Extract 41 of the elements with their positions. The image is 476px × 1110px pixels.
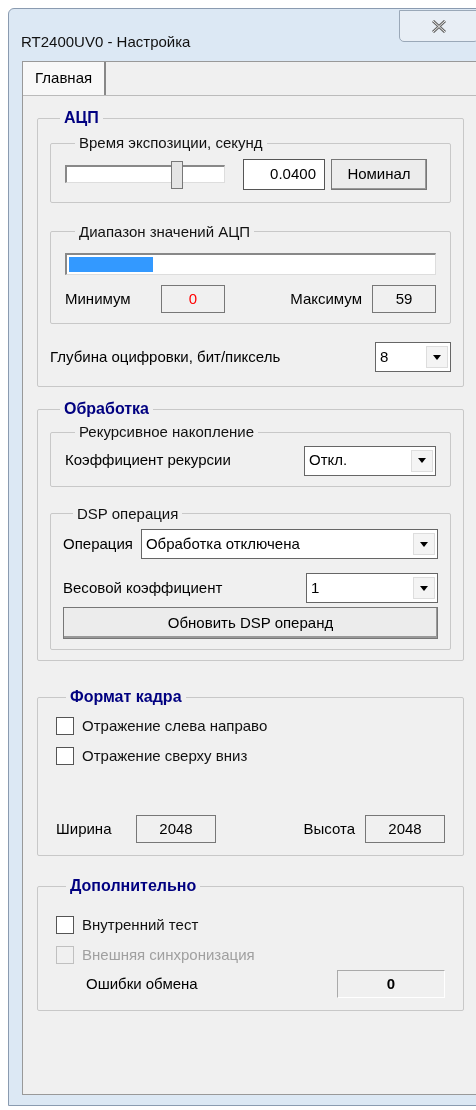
close-button[interactable] <box>399 10 476 42</box>
checkbox-label: Внутренний тест <box>82 914 199 935</box>
group-title: Формат кадра <box>69 687 183 707</box>
group-title: АЦП <box>63 108 100 128</box>
dropdown[interactable]: 1 <box>306 573 438 603</box>
height-value: 2048 <box>365 815 445 843</box>
weight-label: Весовой коэффициент <box>63 577 224 598</box>
checkbox[interactable] <box>56 717 74 735</box>
tab[interactable]: Главная <box>23 62 107 95</box>
max-label: Максимум <box>290 288 362 309</box>
max-value: 59 <box>372 285 436 313</box>
errors-label: Ошибки обмена <box>86 973 199 994</box>
depth-label: Глубина оцифровки, бит/пиксель <box>50 346 282 367</box>
checkbox[interactable] <box>56 747 74 765</box>
group-title: DSP операция <box>76 503 180 524</box>
width-label: Ширина <box>56 818 113 839</box>
operation-label: Операция <box>63 533 133 554</box>
group-title: Дополнительно <box>69 876 198 896</box>
slider-thumb[interactable] <box>170 161 183 189</box>
nominal-button[interactable]: Номинал <box>331 158 427 190</box>
group-title: Обработка <box>63 399 150 419</box>
checkbox-label: Отражение слева направо <box>82 715 268 736</box>
errors-value: 0 <box>337 970 445 998</box>
checkbox[interactable] <box>56 916 74 934</box>
min-value: 0 <box>161 285 225 313</box>
update-dsp-button[interactable]: Обновить DSP операнд <box>63 607 438 639</box>
group-title: Время экспозиции, секунд <box>78 133 264 153</box>
recursion-label: Коэффициент рекурсии <box>65 450 232 471</box>
height-label: Высота <box>303 818 355 839</box>
dropdown[interactable]: Откл. <box>304 445 436 476</box>
window-title: RT2400UV0 - Настройка <box>21 32 192 52</box>
group-title: Диапазон значений АЦП <box>78 221 252 242</box>
min-label: Минимум <box>65 288 132 309</box>
checkbox-label: Отражение сверху вниз <box>82 745 248 766</box>
close-icon <box>431 19 447 33</box>
exposure-field[interactable]: 0.0400 <box>243 158 325 190</box>
width-value: 2048 <box>136 815 216 843</box>
dropdown[interactable]: 8 <box>375 342 451 372</box>
dropdown[interactable]: Обработка отключена <box>140 529 438 559</box>
checkbox-label: Внешняя синхронизация <box>82 944 255 965</box>
group-title: Рекурсивное накопление <box>78 422 255 442</box>
